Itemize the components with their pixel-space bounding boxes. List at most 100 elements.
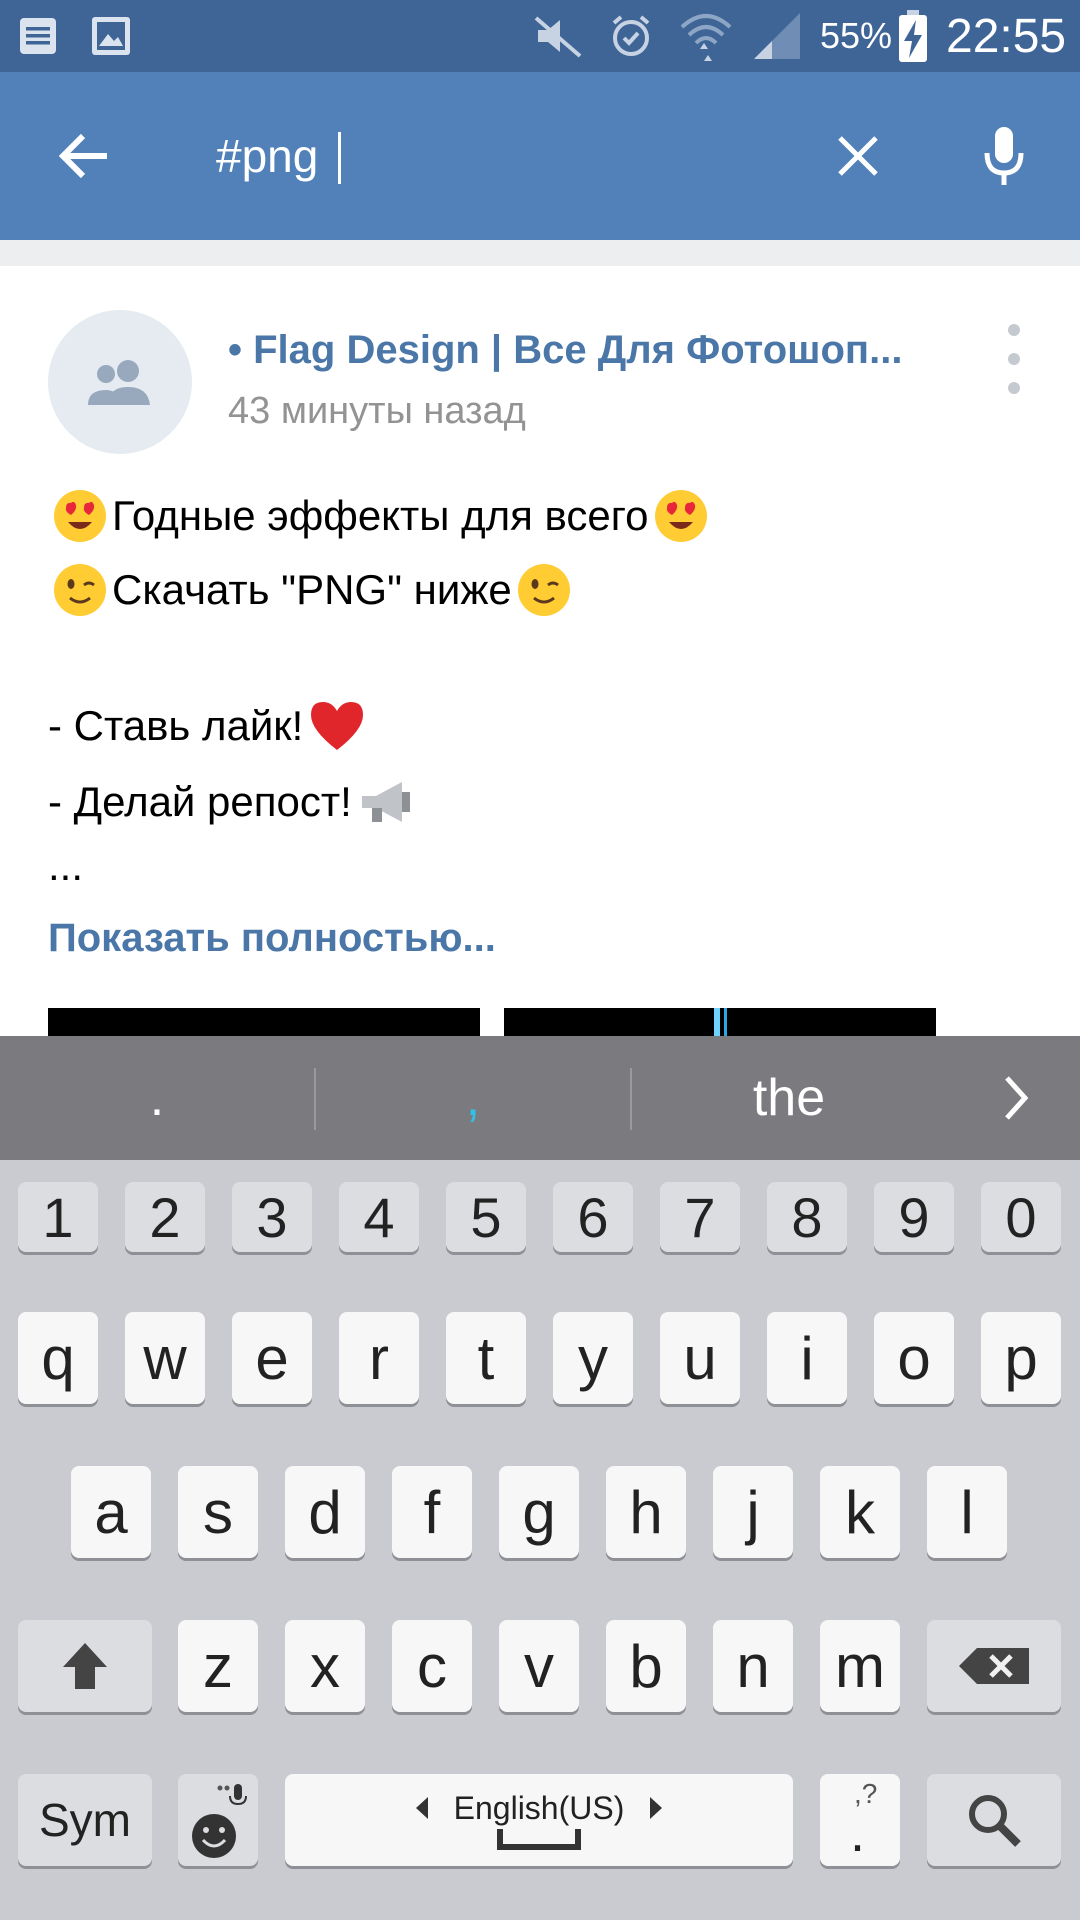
text-caret: [338, 132, 341, 184]
backspace-key[interactable]: [927, 1620, 1061, 1712]
more-suggestions-button[interactable]: [966, 1036, 1066, 1160]
post-text-line: - Делай репост!: [48, 774, 420, 830]
key-s[interactable]: s: [178, 1466, 258, 1558]
suggestion-item[interactable]: the: [632, 1036, 946, 1160]
post-author[interactable]: • Flag Design | Все Для Фотошоп...: [228, 328, 928, 373]
dot-icon: [1008, 382, 1020, 394]
feed-divider: [0, 240, 1080, 266]
clear-search-button[interactable]: [820, 118, 896, 194]
key-9[interactable]: 9: [874, 1182, 954, 1252]
key-r[interactable]: r: [339, 1312, 419, 1404]
group-icon: [88, 360, 150, 405]
emoji-key[interactable]: [178, 1774, 258, 1866]
shift-arrow-icon: [63, 1643, 107, 1689]
search-header: [0, 72, 1080, 240]
key-n[interactable]: n: [713, 1620, 793, 1712]
key-0[interactable]: 0: [981, 1182, 1061, 1252]
key-v[interactable]: v: [499, 1620, 579, 1712]
wifi-icon: [678, 0, 734, 72]
post-text-line: Годные эффекты для всего: [48, 488, 713, 544]
key-7[interactable]: 7: [660, 1182, 740, 1252]
search-input[interactable]: [216, 116, 796, 196]
key-l[interactable]: l: [927, 1466, 1007, 1558]
key-o[interactable]: o: [874, 1312, 954, 1404]
key-g[interactable]: g: [499, 1466, 579, 1558]
symbols-key[interactable]: Sym: [18, 1774, 152, 1866]
post-text: ...: [48, 842, 84, 889]
voice-search-button[interactable]: [966, 118, 1042, 194]
key-8[interactable]: 8: [767, 1182, 847, 1252]
key-2[interactable]: 2: [125, 1182, 205, 1252]
period-key-label: .: [850, 1803, 866, 1863]
key-k[interactable]: k: [820, 1466, 900, 1558]
wink-emoji-icon: [54, 564, 106, 616]
post-image[interactable]: [48, 1008, 480, 1036]
back-button[interactable]: [46, 118, 122, 194]
key-f[interactable]: f: [392, 1466, 472, 1558]
suggestion-item[interactable]: ,: [316, 1036, 630, 1160]
key-u[interactable]: u: [660, 1312, 740, 1404]
post-image[interactable]: [504, 1008, 936, 1036]
group-avatar[interactable]: [48, 310, 192, 454]
key-p[interactable]: p: [981, 1312, 1061, 1404]
period-key-hint: ,?: [854, 1778, 878, 1809]
arrow-left-icon: [58, 133, 107, 179]
search-icon: [969, 1795, 1021, 1847]
key-y[interactable]: y: [553, 1312, 633, 1404]
chevron-left-icon: [415, 1797, 428, 1819]
key-w[interactable]: w: [125, 1312, 205, 1404]
key-5[interactable]: 5: [446, 1182, 526, 1252]
post-text: Годные эффекты для всего: [112, 492, 649, 539]
mute-icon: [532, 0, 584, 72]
key-e[interactable]: e: [232, 1312, 312, 1404]
key-a[interactable]: a: [71, 1466, 151, 1558]
on-screen-keyboard: 1 2 3 4 5 6 7 8 9 0 q w e r t y u i o p …: [0, 1160, 1080, 1920]
gallery-icon: [90, 0, 132, 72]
language-label: English(US): [453, 1789, 625, 1826]
emoji-face-icon: [192, 1784, 247, 1858]
key-t[interactable]: t: [446, 1312, 526, 1404]
dot-icon: [1008, 324, 1020, 336]
image-preview: [714, 1008, 727, 1036]
megaphone-icon: [361, 782, 410, 822]
chevron-right-icon: [1005, 1076, 1029, 1120]
key-6[interactable]: 6: [553, 1182, 633, 1252]
key-h[interactable]: h: [606, 1466, 686, 1558]
status-bar: 55% 22:55: [0, 0, 1080, 72]
show-more-link[interactable]: Показать полностью...: [48, 916, 496, 961]
key-i[interactable]: i: [767, 1312, 847, 1404]
key-m[interactable]: m: [820, 1620, 900, 1712]
keyboard-suggestion-bar: . , the: [0, 1036, 1080, 1160]
close-icon: [838, 136, 878, 176]
key-q[interactable]: q: [18, 1312, 98, 1404]
space-key[interactable]: English(US): [285, 1774, 793, 1866]
alarm-icon: [606, 0, 656, 72]
battery-charging-icon: [896, 0, 930, 72]
clock: 22:55: [946, 9, 1067, 63]
key-d[interactable]: d: [285, 1466, 365, 1558]
post-card: • Flag Design | Все Для Фотошоп... 43 ми…: [0, 266, 1080, 1036]
notes-icon: [18, 0, 58, 72]
chevron-right-icon: [650, 1797, 663, 1819]
post-menu-button[interactable]: [996, 324, 1032, 394]
post-text-line: ...: [48, 842, 83, 890]
key-x[interactable]: x: [285, 1620, 365, 1712]
period-key-content: . ,?: [820, 1774, 900, 1866]
key-j[interactable]: j: [713, 1466, 793, 1558]
period-key[interactable]: . ,?: [820, 1774, 900, 1866]
post-time: 43 минуты назад: [228, 390, 526, 432]
key-z[interactable]: z: [178, 1620, 258, 1712]
post-text: - Ставь лайк!: [48, 702, 304, 749]
space-bar-icon: [497, 1828, 581, 1850]
key-3[interactable]: 3: [232, 1182, 312, 1252]
post-text-line: - Ставь лайк!: [48, 698, 371, 754]
search-key[interactable]: [927, 1774, 1061, 1866]
key-b[interactable]: b: [606, 1620, 686, 1712]
suggestion-item[interactable]: .: [0, 1036, 314, 1160]
key-c[interactable]: c: [392, 1620, 472, 1712]
post-text-line: Скачать "PNG" ниже: [48, 562, 576, 618]
key-4[interactable]: 4: [339, 1182, 419, 1252]
shift-key[interactable]: [18, 1620, 152, 1712]
key-1[interactable]: 1: [18, 1182, 98, 1252]
battery-percent: 55%: [820, 15, 893, 56]
